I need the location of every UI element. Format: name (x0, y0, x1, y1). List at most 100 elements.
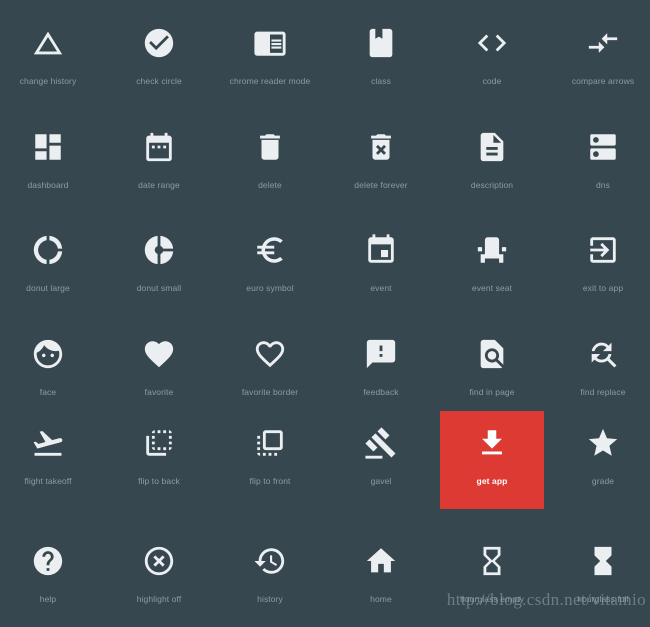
icon-cell-chrome-reader-mode[interactable]: chrome reader mode (218, 11, 322, 109)
icon-label: flip to back (138, 476, 180, 486)
icon-label: exit to app (582, 283, 624, 293)
icon-cell-home[interactable]: home (329, 529, 433, 627)
icon-cell-dns[interactable]: dns (551, 115, 650, 213)
flip-to-back-icon (140, 424, 178, 462)
history-icon (251, 542, 289, 580)
icon-label: change history (19, 76, 77, 86)
icon-cell-flight-takeoff[interactable]: flight takeoff (0, 411, 100, 509)
delete-icon (251, 128, 289, 166)
chrome-reader-mode-icon (251, 24, 289, 62)
donut-large-icon (29, 231, 67, 269)
icon-cell-compare-arrows[interactable]: compare arrows (551, 11, 650, 109)
icon-label: get app (476, 476, 508, 486)
watermark: http://blog.csdn.net/vitamio (446, 590, 646, 609)
icon-label: euro symbol (246, 283, 294, 293)
help-icon (29, 542, 67, 580)
icon-cell-history[interactable]: history (218, 529, 322, 627)
icon-label: compare arrows (571, 76, 635, 86)
find-in-page-icon (473, 335, 511, 373)
check-circle-icon (140, 24, 178, 62)
icon-cell-donut-small[interactable]: donut small (107, 218, 211, 316)
flight-takeoff-icon (29, 424, 67, 462)
face-icon (29, 335, 67, 373)
icon-cell-grade[interactable]: grade (551, 411, 650, 509)
change-history-icon (29, 24, 67, 62)
icon-label: event seat (471, 283, 513, 293)
icon-label: event (370, 283, 392, 293)
icon-label: dashboard (27, 180, 69, 190)
hourglass-full-icon (584, 542, 622, 580)
icon-cell-description[interactable]: description (440, 115, 544, 213)
icon-cell-event-seat[interactable]: event seat (440, 218, 544, 316)
donut-small-icon (140, 231, 178, 269)
dashboard-icon (29, 128, 67, 166)
icon-label: flight takeoff (24, 476, 72, 486)
delete-forever-icon (362, 128, 400, 166)
icon-cell-face[interactable]: face (0, 322, 100, 420)
icon-label: gavel (370, 476, 392, 486)
icon-label: feedback (363, 387, 399, 397)
find-replace-icon (584, 335, 622, 373)
icon-cell-hourglass-empty[interactable]: hourglass empty (440, 529, 544, 627)
highlight-off-icon (140, 542, 178, 580)
favorite-border-icon (251, 335, 289, 373)
event-seat-icon (473, 231, 511, 269)
icon-cell-flip-to-front[interactable]: flip to front (218, 411, 322, 509)
icon-cell-delete[interactable]: delete (218, 115, 322, 213)
favorite-icon (140, 335, 178, 373)
icon-label: face (39, 387, 57, 397)
icon-label: delete (258, 180, 282, 190)
date-range-icon (140, 128, 178, 166)
description-icon (473, 128, 511, 166)
home-icon (362, 542, 400, 580)
icon-label: highlight off (136, 594, 182, 604)
icon-label: delete forever (354, 180, 408, 190)
icon-cell-favorite-border[interactable]: favorite border (218, 322, 322, 420)
dns-icon (584, 128, 622, 166)
flip-to-front-icon (251, 424, 289, 462)
icon-cell-help[interactable]: help (0, 529, 100, 627)
icon-label: help (39, 594, 57, 604)
icon-label: code (482, 76, 502, 86)
feedback-icon (362, 335, 400, 373)
code-icon (473, 24, 511, 62)
icon-grid: change history check circle chrome reader … (0, 0, 650, 611)
icon-label: chrome reader mode (229, 76, 311, 86)
icon-cell-flip-to-back[interactable]: flip to back (107, 411, 211, 509)
icon-cell-euro-symbol[interactable]: euro symbol (218, 218, 322, 316)
icon-label: favorite border (241, 387, 299, 397)
icon-label: history (257, 594, 283, 604)
icon-label: donut small (136, 283, 182, 293)
icon-cell-find-in-page[interactable]: find in page (440, 322, 544, 420)
icon-cell-get-app[interactable]: get app (440, 411, 544, 509)
icon-label: favorite (144, 387, 174, 397)
icon-cell-gavel[interactable]: gavel (329, 411, 433, 509)
get-app-icon (473, 424, 511, 462)
icon-cell-class[interactable]: class (329, 11, 433, 109)
icon-cell-code[interactable]: code (440, 11, 544, 109)
compare-arrows-icon (584, 24, 622, 62)
icon-label: donut large (26, 283, 70, 293)
icon-cell-find-replace[interactable]: find replace (551, 322, 650, 420)
icon-cell-date-range[interactable]: date range (107, 115, 211, 213)
icon-label: description (470, 180, 514, 190)
icon-label: find in page (469, 387, 515, 397)
icon-cell-change-history[interactable]: change history (0, 11, 100, 109)
icon-cell-highlight-off[interactable]: highlight off (107, 529, 211, 627)
icon-cell-hourglass-full[interactable]: hourglass full (551, 529, 650, 627)
icon-label: dns (595, 180, 610, 190)
icon-cell-delete-forever[interactable]: delete forever (329, 115, 433, 213)
icon-cell-feedback[interactable]: feedback (329, 322, 433, 420)
icon-cell-dashboard[interactable]: dashboard (0, 115, 100, 213)
icon-label: flip to front (249, 476, 291, 486)
icon-cell-event[interactable]: event (329, 218, 433, 316)
icon-cell-favorite[interactable]: favorite (107, 322, 211, 420)
gavel-icon (362, 424, 400, 462)
icon-cell-check-circle[interactable]: check circle (107, 11, 211, 109)
event-icon (362, 231, 400, 269)
exit-to-app-icon (584, 231, 622, 269)
icon-label: check circle (136, 76, 182, 86)
icon-cell-donut-large[interactable]: donut large (0, 218, 100, 316)
icon-label: find replace (580, 387, 626, 397)
icon-cell-exit-to-app[interactable]: exit to app (551, 218, 650, 316)
